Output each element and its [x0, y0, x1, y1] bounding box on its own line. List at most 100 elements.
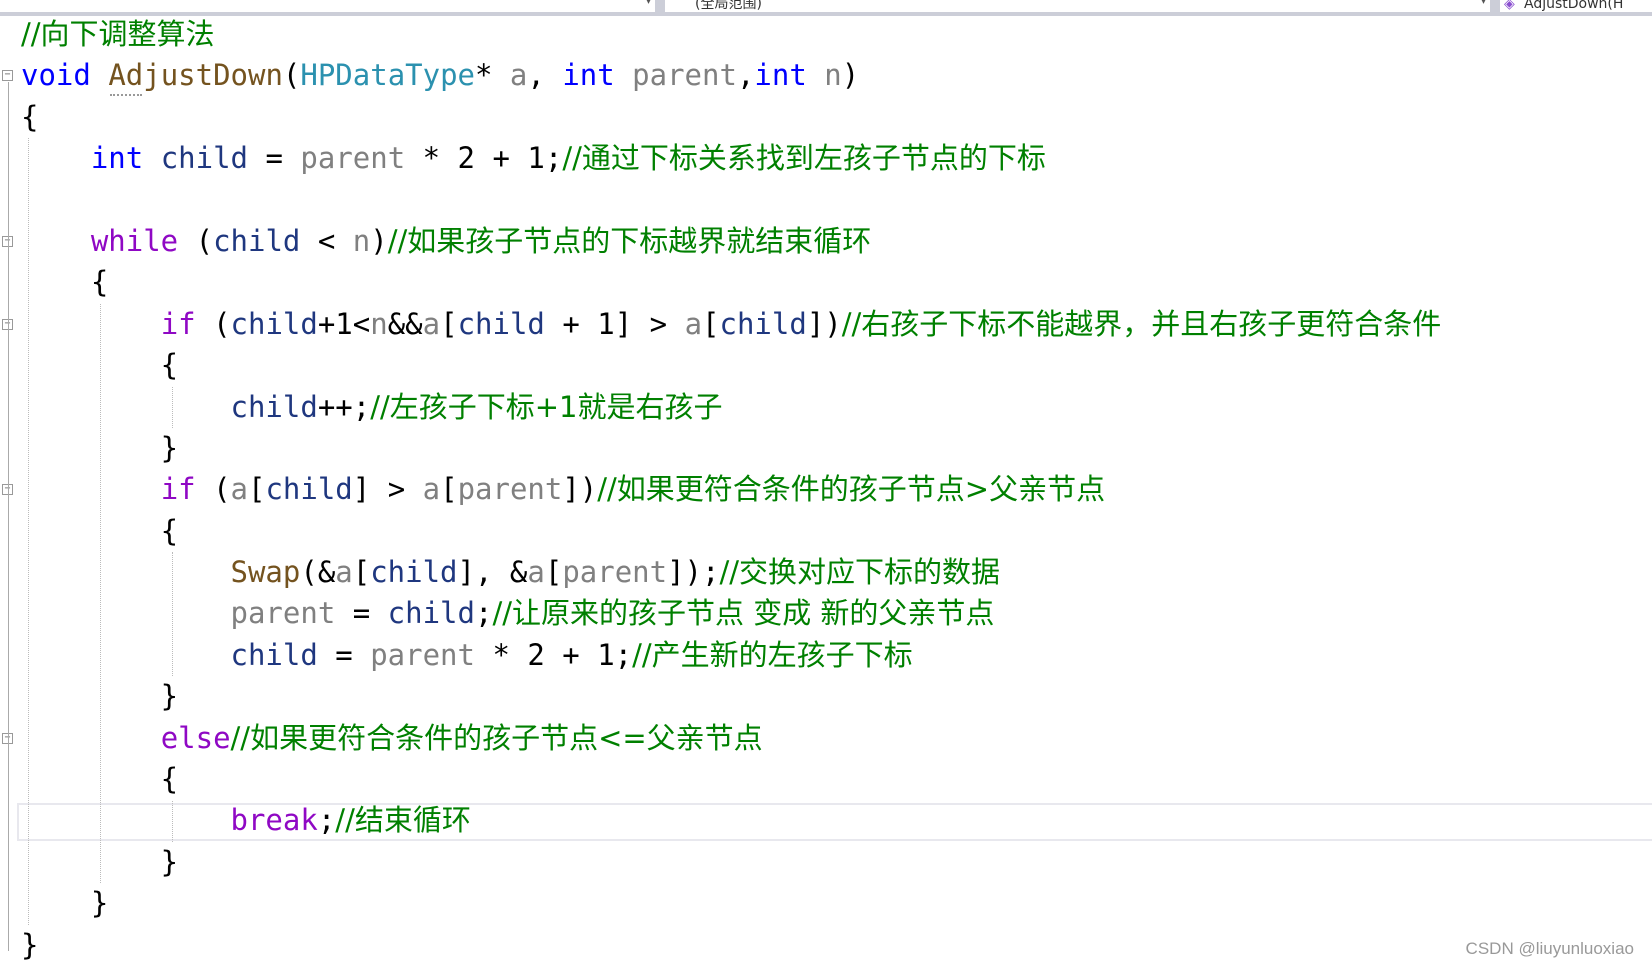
code-line[interactable]: } — [0, 428, 1652, 469]
code-token: if — [160, 472, 196, 507]
code-line[interactable]: child = parent * 2 + 1;//产生新的左孩子下标 — [0, 635, 1652, 676]
watermark: CSDN @liuyunluoxiao — [1465, 939, 1634, 958]
code-token: HPDataType — [300, 58, 475, 93]
code-line[interactable]: int child = parent * 2 + 1;//通过下标关系找到左孩子… — [0, 138, 1652, 179]
code-token: [ — [702, 306, 720, 341]
code-token: parent — [632, 58, 737, 93]
code-line[interactable]: break;//结束循环 — [0, 800, 1652, 841]
code-token: { — [21, 348, 179, 383]
code-token: child — [387, 596, 475, 631]
code-token: [ — [440, 306, 458, 341]
chevron-down-icon: ▾ — [645, 0, 651, 7]
code-line[interactable]: void AdjustDown(HPDataType* a, int paren… — [0, 55, 1652, 96]
comment-token: //结束循环 — [335, 803, 471, 838]
code-token: * 2 + 1; — [405, 141, 563, 176]
comment-token: //如果孩子节点的下标越界就结束循环 — [387, 223, 872, 258]
code-token: child — [265, 472, 353, 507]
code-token: n — [824, 58, 842, 93]
code-token: Swap — [230, 555, 301, 590]
code-token: child — [230, 389, 318, 424]
code-token: parent — [562, 555, 668, 590]
code-token: { — [21, 513, 179, 548]
comment-token: //让原来的孩子节点 变成 新的父亲节点 — [492, 596, 995, 631]
comment-token: //向下调整算法 — [21, 17, 215, 51]
code-token: * 2 + 1; — [474, 637, 633, 672]
code-line[interactable]: parent = child;//让原来的孩子节点 变成 新的父亲节点 — [0, 593, 1652, 634]
code-line[interactable]: } — [0, 842, 1652, 883]
code-token: ( — [178, 223, 214, 258]
code-token: child — [230, 306, 318, 341]
code-token: } — [21, 679, 179, 714]
comment-token: //交换对应下标的数据 — [719, 555, 1001, 590]
code-token: parent — [300, 141, 406, 176]
method-icon: ◈ — [1504, 0, 1515, 12]
code-line[interactable]: } — [0, 925, 1652, 966]
comment-token: //如果更符合条件的孩子节点>父亲节点 — [597, 472, 1106, 507]
code-token: [ — [248, 472, 266, 507]
code-token: child — [370, 555, 458, 590]
code-token: , — [527, 58, 563, 93]
code-token: child — [213, 223, 301, 258]
code-line[interactable]: if (child+1<n&&a[child + 1] > a[child])/… — [0, 304, 1652, 345]
code-token: a — [335, 555, 353, 590]
code-line[interactable]: if (a[child] > a[parent])//如果更符合条件的孩子节点>… — [0, 469, 1652, 510]
code-token: ++; — [317, 389, 371, 424]
code-line[interactable]: else//如果更符合条件的孩子节点<=父亲节点 — [0, 718, 1652, 759]
code-token: a — [527, 555, 545, 590]
code-token: parent — [457, 472, 563, 507]
comment-token: //产生新的左孩子下标 — [632, 637, 913, 672]
code-line[interactable] — [0, 180, 1652, 221]
scope-dropdown[interactable]: (全局范围) ▾ — [665, 0, 1490, 12]
scope-label: (全局范围) — [695, 0, 762, 12]
code-line[interactable]: } — [0, 883, 1652, 924]
code-token: } — [21, 430, 179, 465]
code-token: a — [230, 472, 248, 507]
code-token: ; — [474, 596, 493, 631]
code-token: ( — [195, 472, 231, 507]
code-line[interactable]: { — [0, 511, 1652, 552]
comment-token: //右孩子下标不能越界，并且右孩子更符合条件 — [841, 306, 1442, 341]
code-token: ]); — [667, 555, 720, 590]
code-token: ( — [195, 306, 231, 341]
code-token: { — [21, 265, 109, 300]
code-line[interactable]: //向下调整算法 — [0, 14, 1652, 55]
code-line[interactable]: { — [0, 759, 1652, 800]
code-line[interactable]: } — [0, 676, 1652, 717]
member-dropdown[interactable]: ◈ AdjustDown(H — [1500, 0, 1652, 12]
code-token: < — [300, 223, 353, 258]
code-token: * — [475, 58, 510, 93]
code-line[interactable]: { — [0, 97, 1652, 138]
code-token: parent — [230, 596, 336, 631]
code-token: a — [422, 472, 441, 507]
code-token: { — [21, 762, 179, 797]
project-dropdown[interactable]: ▾ — [0, 0, 655, 12]
code-token: child — [230, 637, 318, 672]
code-token: child — [457, 306, 545, 341]
code-token: ) — [370, 223, 388, 258]
code-token: } — [21, 844, 179, 879]
code-token: } — [21, 886, 109, 921]
code-line[interactable]: { — [0, 262, 1652, 303]
code-token: } — [21, 927, 39, 962]
code-token: = — [248, 141, 301, 176]
code-line[interactable]: while (child < n)//如果孩子节点的下标越界就结束循环 — [0, 221, 1652, 262]
code-token: (& — [300, 555, 336, 590]
code-editor[interactable]: //向下调整算法 void AdjustDown(HPDataType* a, i… — [0, 14, 1652, 966]
code-token: ], & — [457, 555, 528, 590]
comment-token: //左孩子下标+1就是右孩子 — [370, 389, 723, 424]
code-line[interactable]: Swap(&a[child], &a[parent]);//交换对应下标的数据 — [0, 552, 1652, 593]
code-token: break — [230, 803, 318, 838]
code-token: [ — [352, 555, 371, 590]
code-line[interactable]: child++;//左孩子下标+1就是右孩子 — [0, 387, 1652, 428]
code-line[interactable]: { — [0, 345, 1652, 386]
